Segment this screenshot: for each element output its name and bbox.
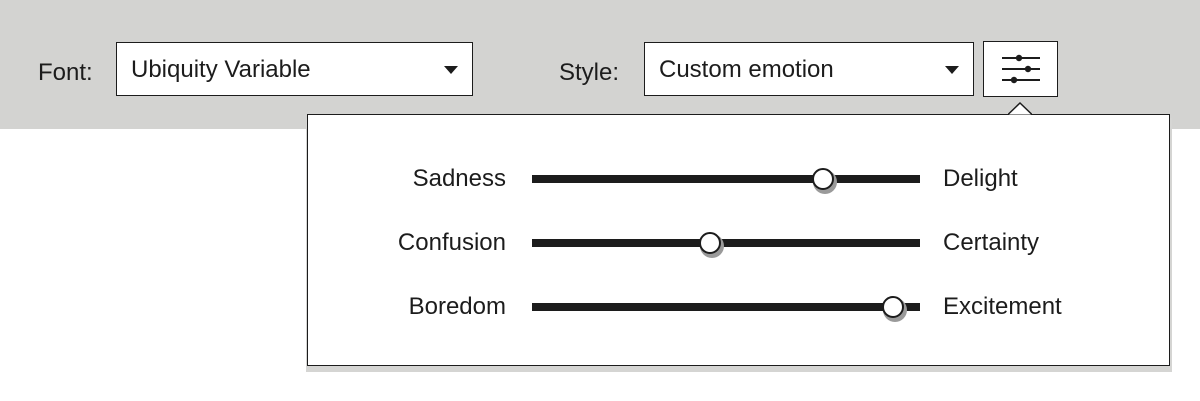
font-select[interactable]: Ubiquity Variable <box>116 42 473 96</box>
style-select[interactable]: Custom emotion <box>644 42 974 96</box>
chevron-down-icon <box>444 66 458 74</box>
slider-track[interactable] <box>532 175 920 183</box>
emotion-popover: Sadness Delight Confusion Certainty Bore… <box>307 114 1170 366</box>
style-label: Style: <box>559 59 620 86</box>
sliders-icon <box>1002 54 1040 84</box>
popover-pointer <box>1008 101 1032 116</box>
slider-left-label: Boredom <box>408 293 506 320</box>
slider-thumb[interactable] <box>812 168 834 190</box>
slider-track[interactable] <box>532 239 920 247</box>
style-select-value: Custom emotion <box>659 56 834 83</box>
slider-left-label: Confusion <box>397 229 506 256</box>
slider-thumb[interactable] <box>881 296 904 318</box>
slider-row: Boredom Excitement <box>308 287 1171 327</box>
slider-row: Sadness Delight <box>308 159 1171 199</box>
style-settings-button[interactable] <box>983 41 1058 97</box>
font-label: Font: <box>38 59 93 86</box>
slider-row: Confusion Certainty <box>308 223 1171 263</box>
slider-track[interactable] <box>532 303 920 311</box>
font-select-value: Ubiquity Variable <box>131 56 311 83</box>
slider-right-label: Certainty <box>943 229 1040 256</box>
slider-right-label: Excitement <box>943 293 1062 320</box>
slider-right-label: Delight <box>943 165 1018 192</box>
chevron-down-icon <box>945 66 959 74</box>
slider-left-label: Sadness <box>412 165 506 192</box>
